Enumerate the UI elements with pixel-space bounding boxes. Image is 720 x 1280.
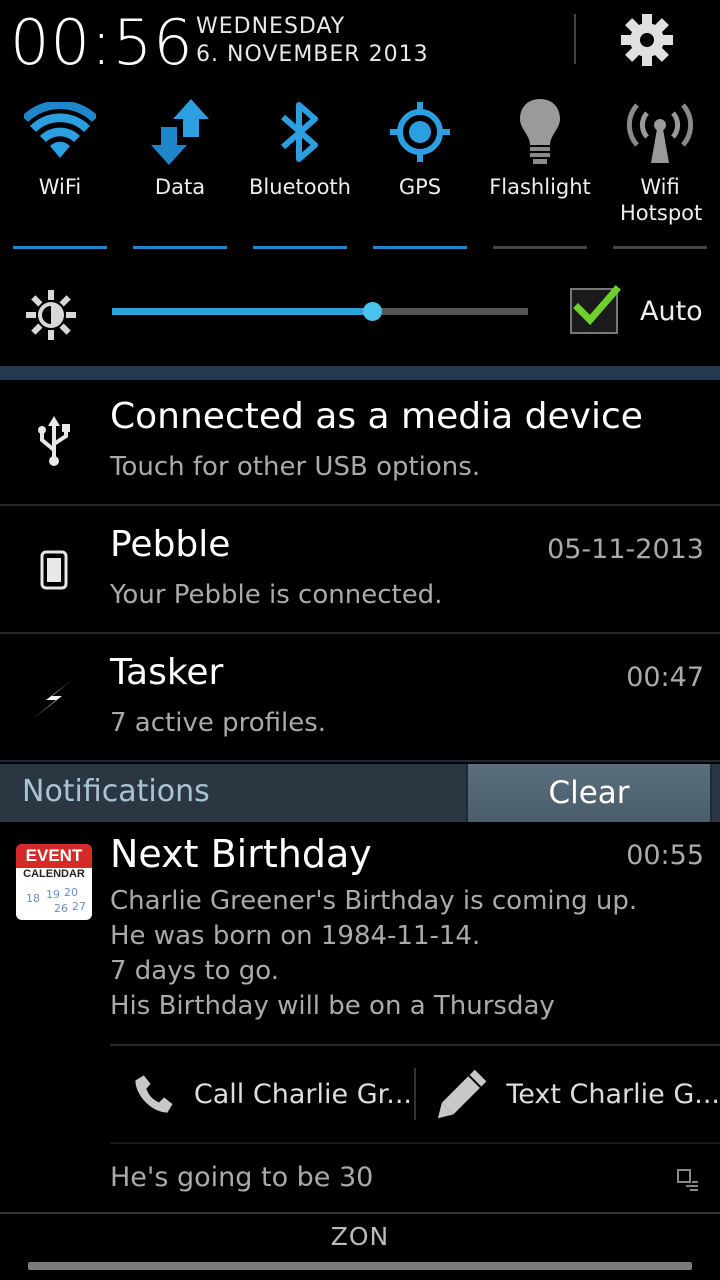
status-header: 00:56 WEDNESDAY 6. NOVEMBER 2013 xyxy=(0,0,720,80)
calendar-small-icon xyxy=(677,1169,698,1191)
auto-brightness-checkbox[interactable] xyxy=(570,285,621,334)
brightness-row: Auto xyxy=(0,270,720,360)
notifications-title: Notifications xyxy=(22,774,210,809)
notification-title: Connected as a media device xyxy=(110,396,643,437)
action-divider xyxy=(414,1068,416,1120)
quick-toggles: WiFi Data Bluetooth GPS Flashlight Wifi … xyxy=(0,88,720,258)
calendar-grid-graphic: 18 19 20 26 27 xyxy=(26,886,86,915)
call-action-label: Call Charlie Gr... xyxy=(193,1078,412,1110)
clear-button[interactable]: Clear xyxy=(466,764,712,822)
clock: 00:56 xyxy=(10,6,194,79)
notification-footer: He's going to be 30 xyxy=(110,1162,374,1193)
shade-drag-handle[interactable] xyxy=(28,1262,692,1270)
notification-time: 00:55 xyxy=(626,840,704,871)
text-action-button[interactable]: Text Charlie G... xyxy=(436,1046,720,1142)
brightness-slider-thumb[interactable] xyxy=(363,302,382,321)
divider xyxy=(110,1142,720,1144)
toggle-indicator-flashlight xyxy=(493,246,587,249)
toggle-label-data: Data xyxy=(154,175,206,199)
wifi-icon xyxy=(24,102,96,158)
date: 6. NOVEMBER 2013 xyxy=(196,42,429,67)
notification-text: 7 active profiles. xyxy=(110,708,327,738)
toggle-indicator-wifi-hotspot xyxy=(613,246,707,249)
auto-brightness-label: Auto xyxy=(640,296,703,327)
notification-title: Tasker xyxy=(110,652,224,693)
toggle-indicator-gps xyxy=(373,246,467,249)
hotspot-icon xyxy=(627,103,693,163)
brightness-slider-fill xyxy=(112,308,372,315)
carrier-label: ZON xyxy=(330,1222,390,1251)
notification-line: Charlie Greener's Birthday is coming up. xyxy=(110,886,638,916)
notification-pebble[interactable]: Pebble Your Pebble is connected. 05-11-2… xyxy=(0,508,720,634)
toggle-indicator-data xyxy=(133,246,227,249)
toggle-data[interactable]: Data xyxy=(120,88,240,258)
toggle-label-wifi: WiFi xyxy=(38,175,82,199)
toggle-indicator-wifi xyxy=(13,246,107,249)
toggle-gps[interactable]: GPS xyxy=(360,88,480,258)
toggle-label-gps: GPS xyxy=(398,175,442,199)
toggle-label-flashlight: Flashlight xyxy=(489,175,591,199)
pebble-watch-icon xyxy=(40,550,68,590)
gps-icon xyxy=(390,102,450,162)
notification-text: Touch for other USB options. xyxy=(110,452,481,482)
toggle-label-wifi-hotspot: Wifi Hotspot xyxy=(620,175,703,225)
flashlight-icon xyxy=(520,99,560,164)
event-calendar-icon: EVENT CALENDAR 18 19 20 26 27 xyxy=(16,844,92,920)
notification-text: Your Pebble is connected. xyxy=(110,580,443,610)
notification-line: He was born on 1984-11-14. xyxy=(110,921,481,951)
toggle-flashlight[interactable]: Flashlight xyxy=(480,88,600,258)
bluetooth-icon xyxy=(281,102,318,162)
pencil-icon xyxy=(437,1069,487,1119)
settings-button[interactable] xyxy=(616,10,678,70)
notifications-header: Notifications Clear xyxy=(0,764,720,822)
phone-icon xyxy=(135,1075,173,1113)
notification-usb[interactable]: Connected as a media device Touch for ot… xyxy=(0,380,720,506)
data-arrows-icon xyxy=(151,99,209,165)
text-action-label: Text Charlie G... xyxy=(506,1078,720,1110)
toggle-wifi-hotspot[interactable]: Wifi Hotspot xyxy=(600,88,720,258)
toggle-indicator-bluetooth xyxy=(253,246,347,249)
notification-line: 7 days to go. xyxy=(110,956,280,986)
event-calendar-icon-title: EVENT xyxy=(16,844,92,868)
brightness-icon xyxy=(26,290,76,340)
header-divider xyxy=(574,14,576,64)
toggle-label-bluetooth: Bluetooth xyxy=(249,175,351,199)
brightness-slider[interactable] xyxy=(112,302,528,321)
notification-time: 00:47 xyxy=(626,662,704,693)
carrier-divider xyxy=(0,1212,720,1214)
notification-birthday[interactable]: EVENT CALENDAR 18 19 20 26 27 Next Birth… xyxy=(0,822,720,1214)
toggle-bluetooth[interactable]: Bluetooth xyxy=(240,88,360,258)
weekday: WEDNESDAY xyxy=(196,14,346,39)
ongoing-header-strip xyxy=(0,366,720,380)
gear-icon xyxy=(621,14,673,66)
usb-icon xyxy=(38,416,70,466)
event-calendar-icon-subtitle: CALENDAR xyxy=(23,868,85,880)
notification-tasker[interactable]: Tasker 7 active profiles. 00:47 xyxy=(0,636,720,762)
notification-time: 05-11-2013 xyxy=(547,534,704,565)
notification-line: His Birthday will be on a Thursday xyxy=(110,991,555,1021)
notification-title: Pebble xyxy=(110,524,231,565)
lightning-icon xyxy=(34,680,72,718)
notification-body: Charlie Greener's Birthday is coming up.… xyxy=(110,884,710,1024)
toggle-wifi[interactable]: WiFi xyxy=(0,88,120,258)
notification-title: Next Birthday xyxy=(110,832,372,876)
checkmark-icon xyxy=(573,285,621,326)
call-action-button[interactable]: Call Charlie Gr... xyxy=(132,1046,412,1142)
